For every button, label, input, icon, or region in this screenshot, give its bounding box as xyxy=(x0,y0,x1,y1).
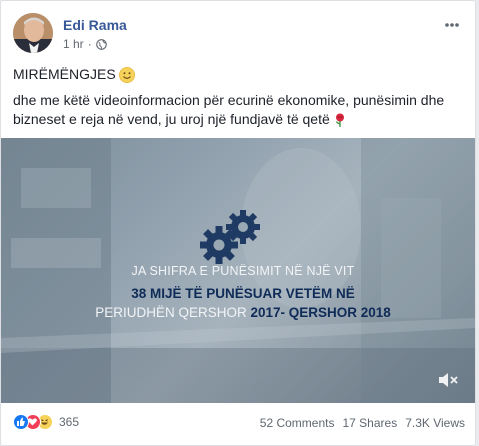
video-caption-line3: PERIUDHËN QERSHOR 2017- QERSHOR 2018 xyxy=(1,305,475,320)
video-caption-line3-prefix: PERIUDHËN QERSHOR xyxy=(95,305,247,320)
post-footer: 365 52 Comments 17 Shares 7.3K Views xyxy=(13,411,465,435)
post-text: MIRËMËNGJES dhe me këtë videoinformacion… xyxy=(13,65,465,129)
globe-icon[interactable] xyxy=(95,38,107,50)
author-name[interactable]: Edi Rama xyxy=(63,17,127,33)
post-card: Edi Rama 1 hr · MIRËMËNGJES dhe me këtë … xyxy=(0,0,476,446)
reactions-summary[interactable]: 365 xyxy=(13,414,79,430)
shares-count[interactable]: 17 Shares xyxy=(342,416,397,430)
meta-separator: · xyxy=(87,37,92,51)
post-greeting-line: MIRËMËNGJES xyxy=(13,65,465,84)
views-count: 7.3K Views xyxy=(405,416,465,430)
post-meta: 1 hr · xyxy=(63,37,107,51)
gears-icon xyxy=(200,210,260,264)
post-time[interactable]: 1 hr xyxy=(63,37,84,51)
video-caption-line2: 38 MIJË TË PUNËSUAR VETËM NË xyxy=(131,286,355,301)
comments-count[interactable]: 52 Comments xyxy=(260,416,335,430)
rose-emoji-icon xyxy=(335,113,344,128)
video-caption-line3-bold: 2017- QERSHOR 2018 xyxy=(250,305,391,320)
post-header: Edi Rama 1 hr · xyxy=(13,13,465,53)
more-options-icon[interactable] xyxy=(443,17,461,33)
post-body-line: dhe me këtë videoinformacion për ecurinë… xyxy=(13,91,465,129)
author-avatar[interactable] xyxy=(13,13,53,53)
speaker-muted-icon[interactable] xyxy=(437,371,459,389)
smile-emoji-icon xyxy=(118,66,135,83)
reaction-count: 365 xyxy=(59,415,80,429)
post-body: dhe me këtë videoinformacion për ecurinë… xyxy=(13,92,445,127)
like-reaction-icon xyxy=(13,414,29,430)
post-greeting: MIRËMËNGJES xyxy=(13,66,116,82)
video-caption-line1: JA SHIFRA E PUNËSIMIT NË NJË VIT xyxy=(131,264,355,278)
post-stats: 52 Comments 17 Shares 7.3K Views xyxy=(260,416,465,430)
